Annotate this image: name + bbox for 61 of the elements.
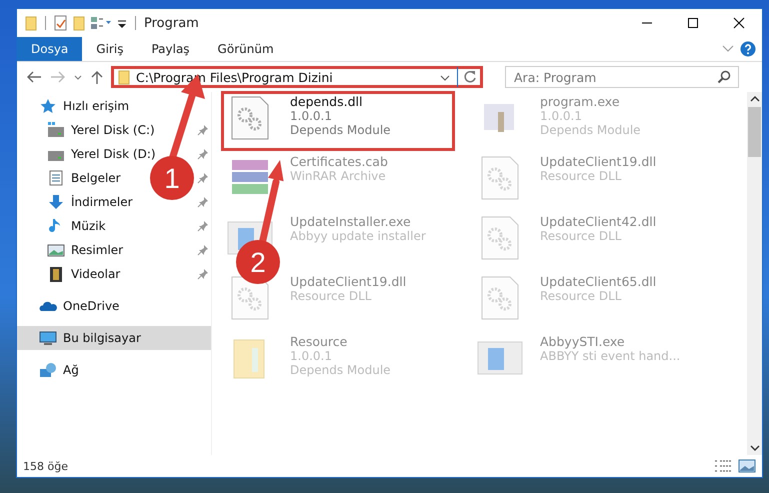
- ribbon-tab[interactable]: Dosya: [17, 37, 82, 61]
- search-icon: [717, 70, 731, 84]
- video-icon: [47, 266, 65, 282]
- document-icon: [47, 170, 65, 186]
- scroll-down-icon[interactable]: [750, 444, 760, 452]
- up-arrow-icon[interactable]: [89, 69, 105, 85]
- file-detail: Depends Module: [540, 123, 641, 137]
- file-detail: Resource DLL: [540, 229, 622, 243]
- details-view-icon[interactable]: [714, 459, 732, 473]
- sidebar-item[interactable]: Yerel Disk (D:): [71, 147, 156, 161]
- sidebar-item[interactable]: Yerel Disk (C:): [71, 123, 155, 137]
- file-name: UpdateClient19.dll: [290, 274, 406, 289]
- file-detail: 1.0.0.1: [290, 349, 333, 363]
- scroll-thumb[interactable]: [748, 107, 761, 157]
- file-detail: Abbyy update installer: [290, 229, 426, 243]
- file-detail: 1.0.0.1: [540, 109, 583, 123]
- sidebar-item[interactable]: Videolar: [71, 267, 120, 281]
- file-detail: WinRAR Archive: [290, 169, 387, 183]
- sidebar-item[interactable]: Müzik: [71, 219, 106, 233]
- large-icons-view-icon[interactable]: [738, 459, 756, 473]
- file-detail: 1.0.0.1: [290, 109, 333, 123]
- file-name: program.exe: [540, 94, 621, 109]
- sidebar-item[interactable]: Resimler: [71, 243, 124, 257]
- file-name: UpdateClient42.dll: [540, 214, 656, 229]
- file-detail: Depends Module: [290, 363, 391, 377]
- file-detail: Resource DLL: [540, 169, 622, 183]
- file-name: UpdateClient19.dll: [540, 154, 656, 169]
- sidebar-item[interactable]: Belgeler: [71, 171, 121, 185]
- file-name: Resource: [290, 334, 348, 349]
- sidebar-item[interactable]: İndirmeler: [71, 195, 133, 209]
- folder-icon: [118, 69, 130, 85]
- star-icon: [39, 98, 57, 114]
- back-arrow-icon[interactable]: [25, 69, 43, 85]
- search-field[interactable]: Ara: Program: [505, 66, 739, 88]
- window-title: Program: [144, 16, 199, 30]
- file-name: AbbyySTI.exe: [540, 334, 626, 349]
- network-icon: [39, 362, 57, 378]
- view-dropdown-icon[interactable]: [90, 15, 112, 31]
- scroll-up-icon[interactable]: [750, 95, 760, 103]
- file-detail: Resource DLL: [290, 289, 372, 303]
- scrollbar[interactable]: [747, 92, 762, 455]
- file-detail: Depends Module: [290, 123, 391, 137]
- computer-icon: [39, 330, 57, 346]
- properties-icon[interactable]: [54, 15, 68, 31]
- file-name: UpdateClient65.dll: [540, 274, 656, 289]
- file-detail: ABBYY sti event hand...: [540, 349, 680, 363]
- download-icon: [47, 194, 65, 210]
- sidebar-item[interactable]: OneDrive: [17, 294, 211, 318]
- expand-ribbon-icon[interactable]: [722, 44, 734, 54]
- sidebar-item[interactable]: Hızlı erişim: [17, 94, 211, 118]
- help-icon[interactable]: [740, 41, 756, 57]
- sidebar-item[interactable]: Ağ: [17, 358, 211, 382]
- file-detail: Resource DLL: [540, 289, 622, 303]
- file-name: UpdateInstaller.exe: [290, 214, 412, 229]
- drive-c-icon: [47, 122, 65, 138]
- file-name: depends.dll: [290, 94, 364, 109]
- file-name: Certificates.cab: [290, 154, 388, 169]
- picture-icon: [47, 242, 65, 258]
- selected-sidebar-item[interactable]: Bu bilgisayar: [17, 326, 211, 350]
- item-count: 158 öğe: [23, 460, 68, 472]
- step-callout: 2: [236, 160, 284, 284]
